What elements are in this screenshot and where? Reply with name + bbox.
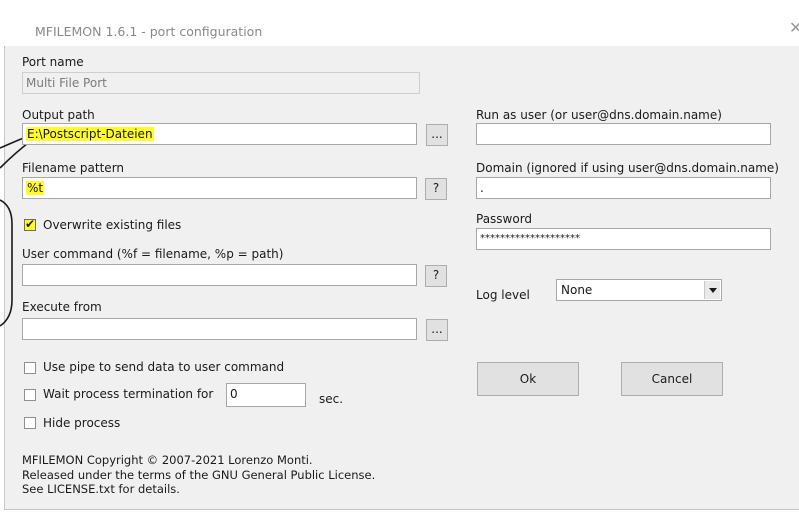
wait-process-label: Wait process termination for: [43, 387, 214, 401]
output-path-label: Output path: [22, 108, 95, 122]
execute-from-field[interactable]: [22, 318, 417, 340]
domain-field[interactable]: .: [476, 177, 771, 199]
log-level-dropdown-button[interactable]: [704, 281, 720, 299]
domain-label: Domain (ignored if using user@dns.domain…: [476, 161, 779, 175]
footer-line-2: Released under the terms of the GNU Gene…: [22, 467, 376, 482]
overwrite-checkbox[interactable]: ✔: [24, 217, 36, 231]
password-field[interactable]: ********************: [476, 228, 771, 250]
output-path-field[interactable]: E:\Postscript-Dateien: [22, 123, 417, 145]
annotation-bracket: [0, 199, 13, 327]
user-command-field[interactable]: [22, 264, 417, 286]
execute-from-browse-button[interactable]: ...: [426, 319, 448, 341]
checkmark-icon: ✔: [25, 217, 36, 231]
output-path-browse-button[interactable]: ...: [426, 124, 448, 146]
ok-button[interactable]: Ok: [477, 362, 579, 396]
footer-line-1: MFILEMON Copyright © 2007-2021 Lorenzo M…: [22, 453, 313, 467]
wait-process-checkbox[interactable]: [24, 389, 36, 401]
use-pipe-label: Use pipe to send data to user command: [43, 360, 285, 374]
filename-pattern-value: %t: [26, 181, 45, 195]
log-level-value: None: [561, 283, 593, 297]
run-as-user-field[interactable]: [476, 123, 771, 145]
user-command-help-button[interactable]: ?: [425, 265, 447, 287]
log-level-select[interactable]: None: [556, 279, 722, 301]
filename-pattern-help-button[interactable]: ?: [425, 178, 447, 200]
filename-pattern-field[interactable]: %t: [22, 177, 417, 199]
overwrite-label: Overwrite existing files: [43, 218, 182, 232]
filename-pattern-label: Filename pattern: [22, 161, 125, 175]
port-name-field[interactable]: Multi File Port: [22, 72, 420, 94]
hide-process-label: Hide process: [43, 416, 121, 430]
hide-process-checkbox[interactable]: [24, 417, 36, 429]
cancel-button[interactable]: Cancel: [621, 362, 723, 396]
wait-seconds-field[interactable]: 0: [226, 383, 306, 407]
output-path-value: E:\Postscript-Dateien: [26, 127, 154, 141]
copyright-footer: MFILEMON Copyright © 2007-2021 Lorenzo M…: [22, 453, 375, 497]
user-command-label: User command (%f = filename, %p = path): [22, 247, 284, 261]
port-name-label: Port name: [22, 55, 84, 69]
use-pipe-checkbox[interactable]: [24, 362, 36, 374]
password-label: Password: [476, 212, 533, 226]
run-as-user-label: Run as user (or user@dns.domain.name): [476, 108, 722, 122]
execute-from-label: Execute from: [22, 300, 102, 314]
chevron-down-icon: [709, 288, 717, 293]
wait-unit-label: sec.: [319, 392, 344, 406]
footer-line-3: See LICENSE.txt for details.: [22, 482, 180, 496]
log-level-label: Log level: [476, 288, 530, 302]
